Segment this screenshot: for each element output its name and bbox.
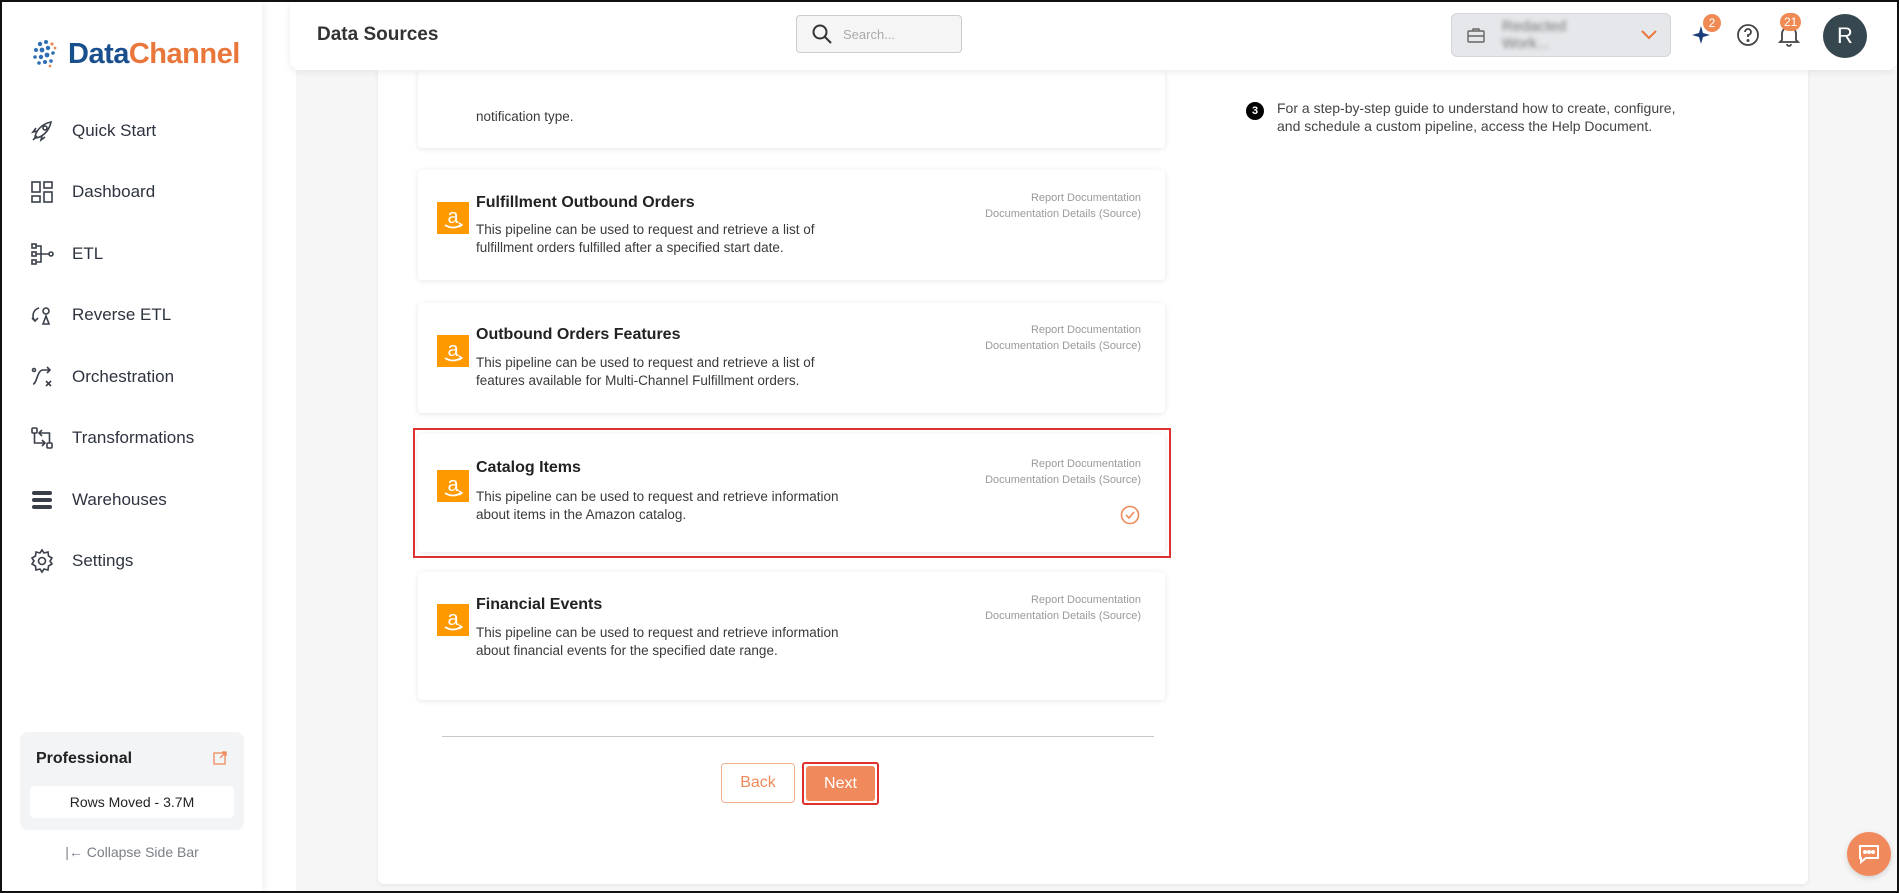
sidebar-item-transformations[interactable]: Transformations [2,408,262,470]
step-number: 3 [1246,102,1264,120]
amazon-logo-icon: a [437,202,469,234]
avatar[interactable]: R [1823,14,1867,58]
sidebar-item-label: Settings [72,551,134,571]
svg-text:a: a [447,206,459,228]
workspace-name: Redacted Work... [1502,18,1567,52]
sidebar-item-warehouses[interactable]: Warehouses [2,469,262,531]
pipeline-title: Financial Events [476,596,603,613]
dashboard-icon [28,178,56,206]
plan-box: Professional Rows Moved - 3.7M [20,732,244,830]
pipeline-card-partial[interactable]: notification type. [418,70,1165,148]
sidebar-item-settings[interactable]: Settings [2,531,262,593]
sidebar-item-orchestration[interactable]: Orchestration [2,346,262,408]
datachannel-logo-icon [33,40,57,68]
chat-button[interactable] [1847,832,1891,876]
amazon-logo-icon: a [437,604,469,636]
plan-name: Professional [36,750,133,767]
sidebar: DataChannel Quick Start Dashboard ETL Re… [2,2,262,891]
top-header: Data Sources Redacted Work... 2 21 R [290,2,1897,70]
external-link-icon[interactable] [212,750,228,766]
help-text: For a step-by-step guide to understand h… [1277,100,1676,134]
rocket-icon [28,117,56,145]
pipeline-card-fulfillment-outbound-orders[interactable]: a Fulfillment Outbound Orders This pipel… [418,170,1165,280]
pipeline-title: Fulfillment Outbound Orders [476,194,695,211]
documentation-details-link[interactable]: Documentation Details (Source) [985,206,1141,222]
svg-text:a: a [447,474,459,496]
check-circle-icon [1120,505,1140,525]
sidebar-item-etl[interactable]: ETL [2,223,262,285]
chat-bubble-icon [1859,845,1879,865]
sidebar-item-dashboard[interactable]: Dashboard [2,162,262,224]
pipeline-desc: This pipeline can be used to request and… [476,355,815,388]
brand-name-part2: Channel [128,37,240,70]
back-button[interactable]: Back [721,763,795,803]
sidebar-item-label: Orchestration [72,366,175,386]
sidebar-item-label: ETL [72,243,104,263]
documentation-details-link[interactable]: Documentation Details (Source) [985,472,1141,488]
etl-icon [28,240,56,268]
sidebar-item-label: Reverse ETL [72,305,172,325]
workspace-selector[interactable]: Redacted Work... [1451,13,1671,57]
brand-logo[interactable]: DataChannel [30,34,240,74]
collapse-sidebar-button[interactable]: |← Collapse Side Bar [2,844,262,860]
reverse-etl-icon [28,301,56,329]
svg-text:a: a [447,339,459,361]
chevron-down-icon [1641,30,1657,40]
report-documentation-link[interactable]: Report Documentation [985,190,1141,206]
search-box[interactable] [796,15,962,53]
warehouses-icon [28,486,56,514]
pipeline-title: Catalog Items [476,459,581,476]
pipeline-card-outbound-orders-features[interactable]: a Outbound Orders Features This pipeline… [418,303,1165,413]
ai-badge: 2 [1703,14,1721,32]
pipeline-title: Outbound Orders Features [476,326,681,343]
pipeline-desc: This pipeline can be used to request and… [476,489,839,522]
help-icon[interactable] [1735,22,1761,48]
divider [442,736,1154,737]
sidebar-item-label: Quick Start [72,120,157,140]
notification-badge: 21 [1780,13,1802,31]
sidebar-item-reverse-etl[interactable]: Reverse ETL [2,285,262,347]
amazon-logo-icon: a [437,335,469,367]
rows-moved: Rows Moved - 3.7M [30,786,234,818]
svg-text:a: a [447,608,459,630]
page-title: Data Sources [317,24,439,45]
pipeline-card-financial-events[interactable]: a Financial Events This pipeline can be … [418,572,1165,700]
pipeline-desc: This pipeline can be used to request and… [476,222,815,255]
report-documentation-link[interactable]: Report Documentation [985,322,1141,338]
briefcase-icon [1467,28,1485,43]
documentation-details-link[interactable]: Documentation Details (Source) [985,338,1141,354]
transformations-icon [28,424,56,452]
report-documentation-link[interactable]: Report Documentation [985,592,1141,608]
orchestration-icon [28,363,56,391]
next-button[interactable]: Next [806,766,875,801]
sidebar-nav: Quick Start Dashboard ETL Reverse ETL Or… [2,100,262,592]
search-icon [812,24,832,44]
pipeline-desc: notification type. [476,109,574,124]
pipeline-desc: This pipeline can be used to request and… [476,625,839,658]
sidebar-item-label: Warehouses [72,489,167,509]
sidebar-item-quick-start[interactable]: Quick Start [2,100,262,162]
gear-icon [28,547,56,575]
sidebar-item-label: Transformations [72,428,195,448]
amazon-logo-icon: a [437,470,469,502]
brand-name-part1: Data [68,37,129,70]
sidebar-item-label: Dashboard [72,182,156,202]
documentation-details-link[interactable]: Documentation Details (Source) [985,608,1141,624]
report-documentation-link[interactable]: Report Documentation [985,456,1141,472]
search-input[interactable] [843,26,943,42]
pipeline-card-catalog-items[interactable]: a Catalog Items This pipeline can be use… [418,434,1165,552]
